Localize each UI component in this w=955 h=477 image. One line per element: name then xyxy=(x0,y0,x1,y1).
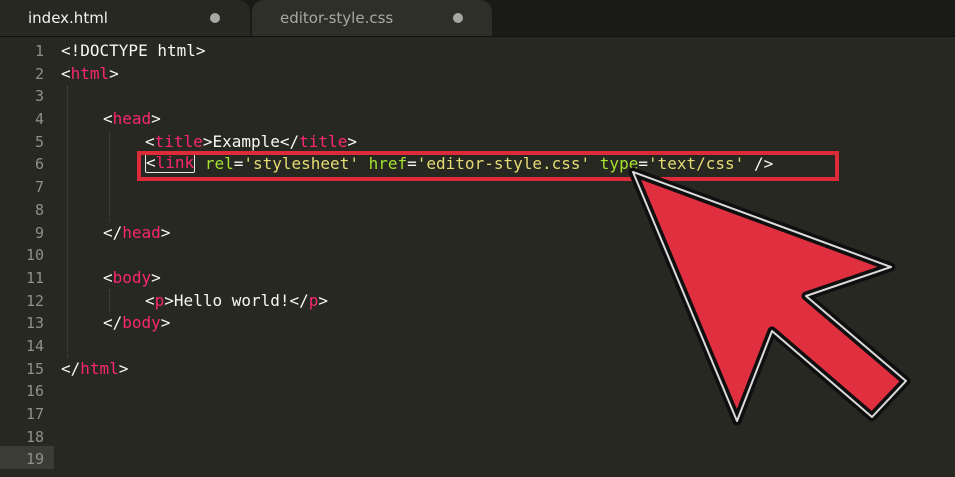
red-arrow-pointer-icon xyxy=(628,167,911,426)
